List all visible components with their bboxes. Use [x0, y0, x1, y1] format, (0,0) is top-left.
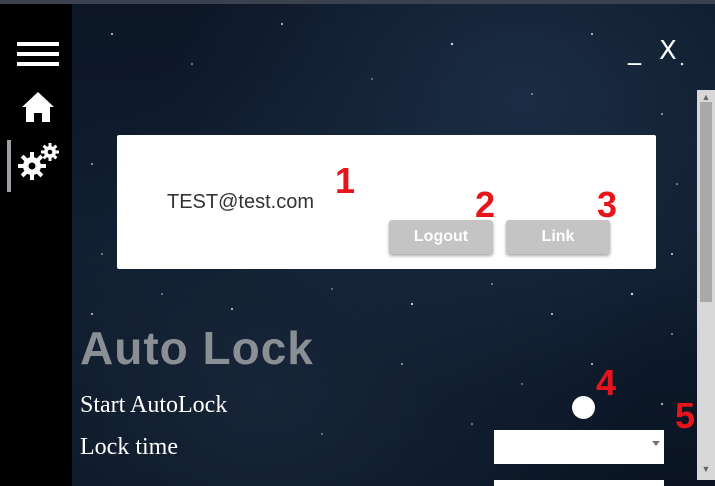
minimize-button[interactable]: _ [628, 36, 641, 66]
annotation-1: 1 [335, 160, 356, 201]
lock-time-select[interactable] [494, 430, 664, 464]
account-email: TEST@test.com [167, 191, 314, 213]
autolock-title: Auto Lock [80, 322, 314, 374]
lock-time-label: Lock time [80, 434, 178, 460]
gears-icon[interactable] [12, 140, 62, 180]
annotation-4: 4 [596, 362, 617, 403]
link-button[interactable]: Link [506, 220, 610, 254]
start-autolock-toggle[interactable] [572, 396, 595, 419]
next-select-partial[interactable] [494, 480, 664, 486]
sidebar [0, 4, 72, 486]
logout-button[interactable]: Logout [389, 220, 493, 254]
scroll-up-icon[interactable]: ▲ [700, 92, 712, 102]
annotation-5: 5 [675, 395, 696, 436]
account-card: TEST@test.com Logout Link [117, 135, 656, 269]
start-autolock-label: Start AutoLock [80, 392, 228, 418]
annotation-2: 2 [475, 184, 496, 225]
hamburger-menu-icon[interactable] [12, 34, 62, 74]
active-indicator [7, 140, 11, 192]
close-button[interactable]: X [659, 36, 677, 66]
annotation-3: 3 [597, 184, 618, 225]
vertical-scrollbar[interactable]: ▲ ▼ [697, 90, 715, 480]
home-icon[interactable] [12, 88, 62, 128]
scroll-thumb[interactable] [700, 102, 712, 302]
scroll-down-icon[interactable]: ▼ [700, 464, 712, 474]
chevron-down-icon [652, 441, 660, 446]
